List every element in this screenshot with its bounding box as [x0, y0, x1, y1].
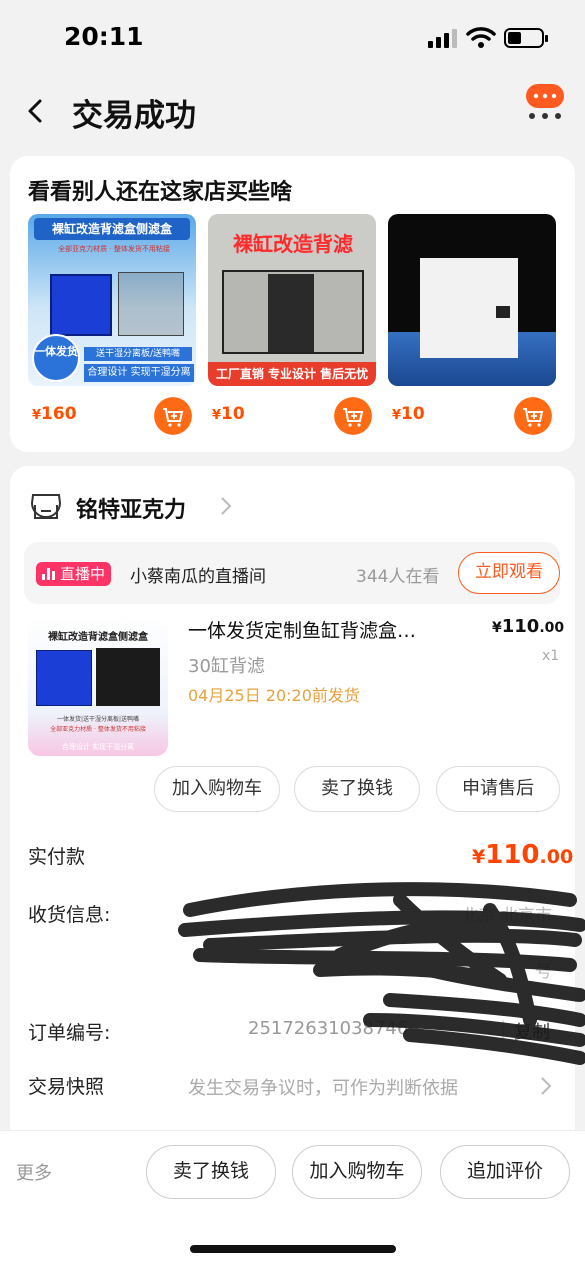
order-item-image[interactable]: 裸缸改造背滤盒侧滤盒 一体发货|送干湿分离板|送鸭嘴 全部亚克力材质 · 整体发… — [28, 616, 168, 756]
thumb-sub-3: 合理设计 实现干湿分离 — [61, 743, 135, 751]
product-price: ¥10 — [212, 404, 245, 424]
order-number-label: 订单编号: — [28, 1022, 111, 1044]
product-strip: 工厂直销 专业设计 售后无忧 — [208, 362, 376, 386]
recommend-product-2[interactable]: 裸缸改造背滤 工厂直销 专业设计 售后无忧 ¥10 — [208, 214, 376, 435]
product-strip-2: 合理设计 实现干湿分离 — [84, 364, 194, 382]
recommend-title: 看看别人还在这家店买些啥 — [28, 180, 293, 205]
product-box-white-bottom — [420, 332, 518, 358]
recommend-product-3[interactable]: ¥10 — [388, 214, 556, 435]
resell-button[interactable]: 卖了换钱 — [146, 1145, 276, 1199]
order-item-price: ¥110.00 — [492, 616, 565, 637]
live-badge: 直播中 — [36, 562, 112, 586]
add-to-cart-icon[interactable] — [154, 397, 192, 435]
add-to-cart-button[interactable]: 加入购物车 — [292, 1145, 422, 1199]
after-sales-button[interactable]: 申请售后 — [436, 766, 560, 812]
product-subbanner: 全部亚克力材质 · 整体发货不用粘接 — [58, 245, 170, 253]
snapshot-description[interactable]: 发生交易争议时，可作为判断依据 — [188, 1074, 458, 1100]
resell-button[interactable]: 卖了换钱 — [294, 766, 420, 812]
thumb-box-dark — [96, 648, 160, 706]
thumb-title: 裸缸改造背滤盒侧滤盒 — [48, 632, 148, 643]
add-to-cart-button[interactable]: 加入购物车 — [154, 766, 280, 812]
snapshot-label[interactable]: 交易快照 — [28, 1072, 104, 1099]
product-image[interactable]: 裸缸改造背滤 工厂直销 专业设计 售后无忧 — [208, 214, 376, 386]
add-review-button[interactable]: 追加评价 — [440, 1145, 570, 1199]
recommend-card: 看看别人还在这家店买些啥 裸缸改造背滤盒侧滤盒 全部亚克力材质 · 整体发货不用… — [10, 156, 575, 452]
add-to-cart-icon[interactable] — [514, 397, 552, 435]
product-banner: 裸缸改造背滤盒侧滤盒 — [34, 218, 190, 240]
cellular-signal-icon — [428, 28, 458, 48]
redaction-scribble — [178, 882, 585, 1065]
product-strip: 送干湿分离板/送鸭嘴 — [84, 347, 192, 361]
product-image[interactable]: 裸缸改造背滤盒侧滤盒 全部亚克力材质 · 整体发货不用粘接 一体发货 送干湿分离… — [28, 214, 196, 386]
recommend-product-1[interactable]: 裸缸改造背滤盒侧滤盒 全部亚克力材质 · 整体发货不用粘接 一体发货 送干湿分离… — [28, 214, 196, 435]
paid-label: 实付款 — [28, 846, 86, 868]
more-options-icon[interactable] — [524, 82, 566, 120]
product-image[interactable] — [388, 214, 556, 386]
product-box-slot — [496, 306, 510, 318]
add-to-cart-icon[interactable] — [334, 397, 372, 435]
live-bars-icon — [42, 568, 56, 580]
product-banner: 裸缸改造背滤 — [233, 232, 353, 256]
battery-icon — [504, 28, 548, 48]
thumb-box-blue — [36, 650, 92, 706]
address-label: 收货信息: — [28, 904, 111, 926]
bottom-action-bar: 更多 卖了换钱 加入购物车 追加评价 — [0, 1130, 585, 1266]
live-room-name: 小蔡南瓜的直播间 — [130, 567, 266, 587]
product-price: ¥160 — [32, 404, 77, 424]
chevron-right-icon[interactable] — [540, 1076, 552, 1096]
live-banner[interactable]: 直播中 小蔡南瓜的直播间 344人在看 立即观看 — [24, 542, 560, 604]
page-title: 交易成功 — [72, 98, 196, 134]
back-arrow-icon[interactable] — [22, 96, 50, 126]
more-link[interactable]: 更多 — [16, 1159, 52, 1185]
store-icon[interactable] — [30, 492, 62, 520]
product-box-clear — [118, 272, 184, 336]
product-box-dark — [268, 274, 314, 352]
product-badge: 一体发货 — [32, 334, 80, 382]
live-viewers: 344人在看 — [356, 567, 440, 587]
home-indicator — [190, 1245, 396, 1253]
store-name[interactable]: 铭特亚克力 — [76, 492, 186, 524]
order-item-qty: x1 — [542, 648, 560, 664]
order-item-ship-time: 04月25日 20:20前发货 — [188, 686, 360, 705]
thumb-sub: 一体发货|送干湿分离板|送鸭嘴 — [56, 716, 140, 723]
order-item-sku: 30缸背滤 — [188, 656, 265, 677]
paid-amount: ¥110.00 — [472, 840, 574, 870]
thumb-sub-2: 全部亚克力材质 · 整体发货不用粘接 — [50, 726, 146, 733]
chevron-right-icon[interactable] — [220, 496, 232, 516]
status-time: 20:11 — [64, 22, 144, 51]
product-price: ¥10 — [392, 404, 425, 424]
wifi-icon — [466, 27, 496, 48]
product-box-blue — [50, 274, 112, 336]
status-bar: 20:11 — [0, 0, 585, 70]
watch-live-button[interactable]: 立即观看 — [458, 552, 560, 594]
order-item-name[interactable]: 一体发货定制鱼缸背滤盒… — [188, 616, 478, 643]
